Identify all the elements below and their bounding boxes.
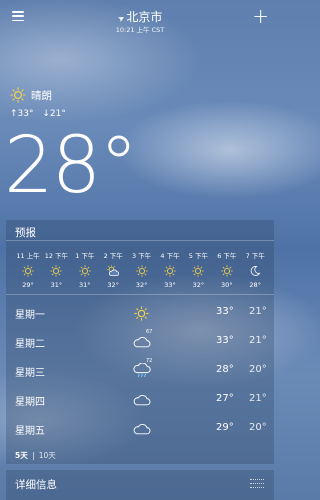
hourly-temp: 31°	[50, 281, 63, 289]
current-temperature: 28°	[4, 121, 138, 211]
divider	[6, 240, 274, 241]
sun-icon	[213, 263, 241, 279]
drag-handle-icon[interactable]	[250, 479, 264, 491]
cloud-icon	[126, 389, 156, 411]
day-name: 星期五	[15, 426, 45, 437]
day-high: 33°	[216, 306, 234, 317]
hourly-temp: 28°	[249, 281, 261, 289]
day-low: 20°	[249, 422, 267, 433]
sun-icon	[128, 263, 156, 279]
day-name: 星期二	[15, 339, 45, 350]
hourly-time: 7 下午	[245, 252, 265, 260]
tab-separator	[32, 451, 34, 460]
forecast-panel: 预报 11 上午 29° 12 下午 31° 1 下午 31° 2 下午 32° 3 下午 32°…	[6, 220, 274, 464]
hourly-temp: 32°	[107, 281, 119, 289]
sun-icon	[42, 263, 70, 279]
tab-5-day[interactable]: 5天	[15, 450, 28, 461]
day-low: 21°	[249, 335, 267, 346]
forecast-range-tabs: 5天 10天	[15, 450, 56, 461]
day-high: 33°	[216, 335, 234, 346]
hourly-temp: 32°	[135, 281, 148, 289]
partly-cloudy-icon	[99, 263, 127, 279]
local-time: 10:21 上午 CST	[115, 26, 165, 34]
current-condition: 晴朗	[10, 87, 52, 103]
hourly-temp: 31°	[79, 281, 91, 289]
sun-icon	[126, 302, 156, 324]
location-arrow-icon: ➤	[115, 12, 127, 25]
day-low: 21°	[249, 393, 267, 404]
day-high: 28°	[216, 364, 234, 375]
daily-row[interactable]: 星期五 29° 20°	[6, 416, 274, 442]
daily-row[interactable]: 星期三 72 28° 20°	[6, 358, 274, 384]
hourly-temp: 30°	[221, 281, 233, 289]
daily-row[interactable]: 星期一 33° 21°	[6, 300, 274, 326]
sun-icon	[184, 263, 212, 279]
tab-10-day[interactable]: 10天	[39, 450, 56, 461]
plus-icon[interactable]: +	[252, 6, 269, 26]
day-name: 星期四	[15, 397, 45, 408]
precip-chance: 72	[146, 358, 153, 364]
divider	[6, 294, 274, 295]
city-name: 北京市	[126, 10, 163, 24]
forecast-title: 预报	[15, 227, 36, 239]
sun-icon	[71, 263, 99, 279]
top-bar: ➤北京市 10:21 上午 CST +	[0, 0, 280, 36]
details-panel[interactable]: 详细信息	[6, 470, 274, 500]
sun-icon	[10, 87, 26, 103]
day-high: 27°	[216, 393, 234, 404]
moon-icon	[241, 263, 269, 279]
daily-row[interactable]: 星期四 27° 21°	[6, 387, 274, 413]
hourly-temp: 29°	[22, 281, 34, 289]
sun-icon	[14, 263, 42, 279]
day-name: 星期三	[15, 368, 45, 379]
day-low: 20°	[249, 364, 267, 375]
hourly-temp: 32°	[192, 281, 205, 289]
precip-chance: 67	[146, 329, 153, 335]
day-high: 29°	[216, 422, 234, 433]
condition-text: 晴朗	[31, 89, 52, 102]
daily-row[interactable]: 星期二 67 33° 21°	[6, 329, 274, 355]
details-title: 详细信息	[15, 479, 57, 491]
day-name: 星期一	[15, 310, 45, 321]
hourly-temp: 33°	[164, 281, 176, 289]
sun-icon	[156, 263, 184, 279]
cloud-icon	[126, 418, 156, 440]
hourly-item: 7 下午 28°	[241, 250, 269, 289]
city-title[interactable]: ➤北京市	[0, 8, 280, 25]
day-low: 21°	[249, 306, 267, 317]
